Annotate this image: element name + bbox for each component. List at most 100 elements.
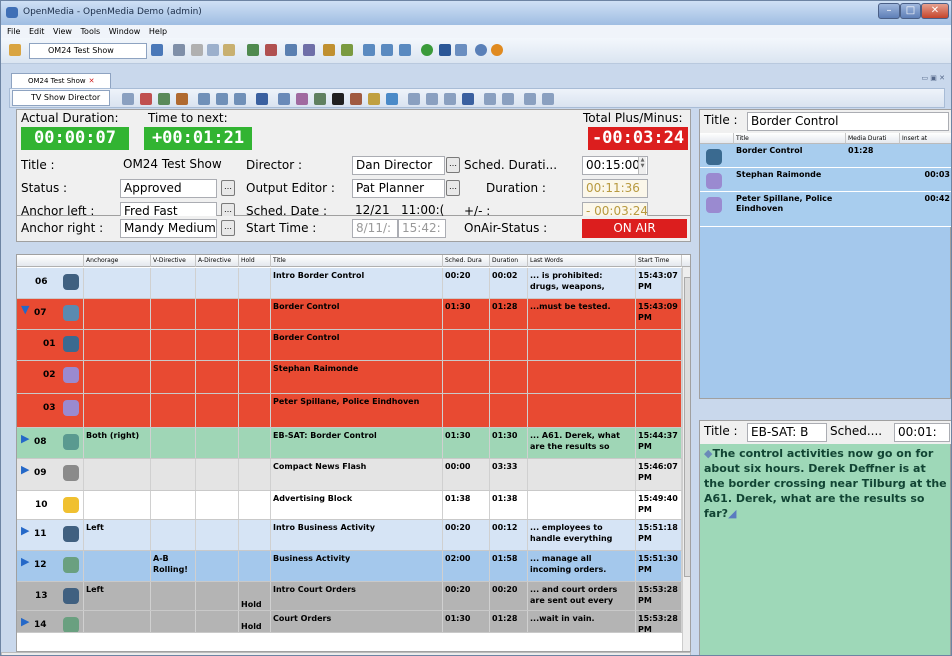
cell-vdir[interactable] [151, 459, 196, 490]
audio-icon[interactable] [350, 93, 362, 105]
cell-sched[interactable] [443, 394, 490, 427]
maximize-button[interactable]: □ [900, 3, 921, 19]
preview-icon[interactable] [303, 44, 315, 56]
menu-view[interactable]: View [53, 25, 72, 38]
cell-vdir[interactable] [151, 268, 196, 298]
cell-adir[interactable] [196, 459, 239, 490]
cell-adir[interactable] [196, 268, 239, 298]
minimize-button[interactable]: – [878, 3, 900, 19]
connect-icon[interactable] [475, 44, 487, 56]
word-icon[interactable] [439, 44, 451, 56]
cell-hold[interactable] [239, 551, 271, 581]
col-last-words[interactable]: Last Words [528, 255, 636, 267]
cell-title[interactable]: Court Orders [271, 611, 443, 632]
cell-vdir[interactable] [151, 330, 196, 360]
cell-title[interactable]: Business Activity [271, 551, 443, 581]
cell-vdir[interactable] [151, 611, 196, 632]
delete-row-icon[interactable] [234, 93, 246, 105]
cell-adir[interactable] [196, 330, 239, 360]
cell-title[interactable]: Border Control [271, 299, 443, 329]
cell-last[interactable]: ... and court orders are sent out every [528, 582, 636, 610]
cell-anchorage[interactable] [84, 361, 151, 393]
row-number-cell[interactable]: 06 [17, 268, 84, 298]
cell-sched[interactable]: 01:38 [443, 491, 490, 519]
cell-start[interactable]: 15:46:07 PM [636, 459, 682, 490]
anchor-right-browse-button[interactable]: … [221, 220, 235, 236]
item-title-field[interactable]: Border Control [747, 112, 949, 131]
table-row[interactable]: ▼ 07 Border Control 01:30 01:28 ...must be te… [17, 299, 682, 330]
table-row[interactable]: 06 Intro Border Control 00:20 00:02... is p… [17, 268, 682, 299]
cell-sched[interactable]: 01:30 [443, 611, 490, 632]
cell-vdir[interactable] [151, 428, 196, 458]
cell-hold[interactable] [239, 394, 271, 427]
cell-sched[interactable]: 00:20 [443, 268, 490, 298]
row-number-cell[interactable]: 01 [17, 330, 84, 360]
cell-adir[interactable] [196, 611, 239, 632]
filter-icon[interactable] [122, 93, 134, 105]
alert-icon[interactable] [491, 44, 503, 56]
status-field[interactable]: Approved [120, 179, 217, 198]
cell-dur[interactable] [490, 330, 528, 360]
folder-icon[interactable] [9, 44, 21, 56]
cell-dur[interactable]: 01:38 [490, 491, 528, 519]
table-row[interactable]: ▶ 09 Compact News Flash 00:00 03:33 15:46:07 … [17, 459, 682, 491]
view-selector[interactable]: TV Show Director [12, 90, 110, 106]
close-button[interactable]: ✕ [921, 3, 949, 19]
cell-adir[interactable] [196, 491, 239, 519]
table-row[interactable]: 03 Peter Spillane, Police Eindhoven [17, 394, 682, 428]
cell-hold[interactable] [239, 459, 271, 490]
cell-title[interactable]: EB-SAT: Border Control [271, 428, 443, 458]
cell-start[interactable] [636, 394, 682, 427]
cell-title[interactable]: Border Control [271, 330, 443, 360]
cell-adir[interactable] [196, 428, 239, 458]
check-icon[interactable] [247, 44, 259, 56]
cell-last[interactable]: ... A61. Derek, what are the results so [528, 428, 636, 458]
cell-start[interactable]: 15:43:07 PM [636, 268, 682, 298]
sched-duration-spinner[interactable]: ▲ ▼ [638, 157, 646, 174]
globe-icon[interactable] [421, 44, 433, 56]
col-vdirective[interactable]: V-Directive [151, 255, 196, 267]
cell-anchorage[interactable] [84, 459, 151, 490]
output-editor-field[interactable]: Pat Planner [352, 179, 445, 198]
anchor-right-field[interactable]: Mandy Medium [120, 219, 217, 238]
rundown-icon[interactable] [386, 93, 398, 105]
close-tab-icon[interactable]: ✕ [89, 77, 95, 85]
cell-vdir[interactable] [151, 582, 196, 610]
cell-last[interactable]: ...must be tested. [528, 299, 636, 329]
cell-hold[interactable] [239, 268, 271, 298]
cell-hold[interactable] [239, 520, 271, 550]
row-number-cell[interactable]: ▶ 11 [17, 520, 84, 550]
cell-start[interactable]: 15:51:30 PM [636, 551, 682, 581]
cell-adir[interactable] [196, 299, 239, 329]
cell-dur[interactable] [490, 361, 528, 393]
output-editor-browse-button[interactable]: … [446, 180, 460, 196]
title-field[interactable]: OM24 Test Show [120, 156, 238, 175]
mdi-controls[interactable]: ▭ ▣ ✕ [921, 74, 945, 82]
merge-icon[interactable] [381, 44, 393, 56]
cell-start[interactable]: 15:53:28 PM [636, 582, 682, 610]
cell-hold[interactable] [239, 361, 271, 393]
expand-arrow-icon[interactable]: ▶ [21, 525, 29, 536]
cell-vdir[interactable] [151, 491, 196, 519]
expand-arrow-icon[interactable]: ▶ [21, 556, 29, 567]
col-start-time[interactable]: Start Time [636, 255, 682, 267]
cell-dur[interactable]: 03:33 [490, 459, 528, 490]
cell-adir[interactable] [196, 394, 239, 427]
media-col-duration[interactable]: Media Durati [846, 133, 900, 144]
table-row[interactable]: ▶ 14 Hold Court Orders 01:30 01:28 ...wait in … [17, 611, 682, 633]
table-row[interactable]: 01 Border Control [17, 330, 682, 361]
cell-adir[interactable] [196, 361, 239, 393]
cell-adir[interactable] [196, 551, 239, 581]
cell-last[interactable]: ... is prohibited: drugs, weapons, [528, 268, 636, 298]
row-number-cell[interactable]: 02 [17, 361, 84, 393]
cell-hold[interactable] [239, 491, 271, 519]
search-icon[interactable] [323, 44, 335, 56]
cell-dur[interactable]: 01:30 [490, 428, 528, 458]
cell-vdir[interactable] [151, 299, 196, 329]
grid-horizontal-scrollbar[interactable] [1, 652, 691, 655]
cell-vdir[interactable] [151, 394, 196, 427]
print-icon[interactable] [285, 44, 297, 56]
grid-icon[interactable] [140, 93, 152, 105]
cell-anchorage[interactable] [84, 611, 151, 632]
cell-anchorage[interactable] [84, 551, 151, 581]
